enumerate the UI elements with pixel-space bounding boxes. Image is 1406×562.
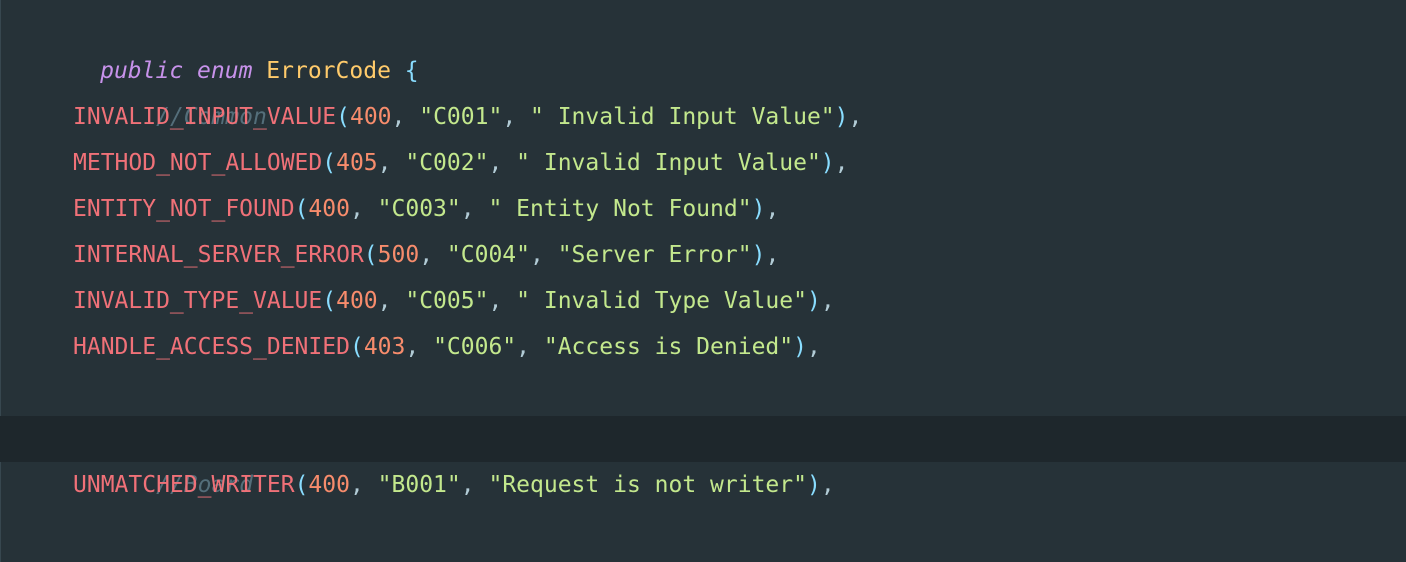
message-string: "Server Error" bbox=[557, 242, 752, 268]
code-line-empty[interactable] bbox=[0, 370, 1406, 416]
code-string: "C006" bbox=[433, 334, 517, 360]
message-string: "Request is not writer" bbox=[488, 472, 807, 498]
message-string: " Invalid Input Value" bbox=[530, 104, 835, 130]
status-number: 400 bbox=[308, 472, 350, 498]
code-line-comment-board[interactable]: //Board bbox=[0, 416, 1406, 498]
code-string: "C004" bbox=[446, 242, 530, 268]
code-line-entry[interactable]: METHOD_NOT_ALLOWED(405, "C002", " Invali… bbox=[0, 140, 1406, 186]
status-number: 405 bbox=[336, 150, 378, 176]
message-string: " Invalid Type Value" bbox=[516, 288, 807, 314]
code-line-declaration[interactable]: public enum ErrorCode { bbox=[0, 2, 1406, 84]
status-number: 400 bbox=[349, 104, 392, 130]
enum-constant: UNMATCHED_WRITER bbox=[73, 472, 295, 498]
code-line-entry[interactable]: INVALID_TYPE_VALUE(400, "C005", " Invali… bbox=[0, 278, 1406, 324]
code-editor[interactable]: public enum ErrorCode { //Common INVALID… bbox=[0, 0, 1406, 562]
code-line-entry[interactable]: UNMATCHED_WRITER(400, "B001", "Request i… bbox=[0, 462, 1406, 508]
message-string: " Entity Not Found" bbox=[488, 196, 752, 222]
message-string: " Invalid Input Value" bbox=[516, 150, 821, 176]
code-string: "C001" bbox=[419, 104, 503, 130]
code-string: "C002" bbox=[405, 150, 489, 176]
status-number: 400 bbox=[308, 196, 350, 222]
status-number: 400 bbox=[336, 288, 378, 314]
enum-constant: INVALID_TYPE_VALUE bbox=[73, 288, 323, 314]
code-line-entry[interactable]: ENTITY_NOT_FOUND(400, "C003", " Entity N… bbox=[0, 186, 1406, 232]
code-string: "C003" bbox=[377, 196, 461, 222]
message-string: "Access is Denied" bbox=[543, 334, 794, 360]
enum-constant: INTERNAL_SERVER_ERROR bbox=[73, 242, 364, 268]
code-string: "B001" bbox=[377, 472, 461, 498]
status-number: 403 bbox=[363, 334, 406, 360]
enum-constant: ENTITY_NOT_FOUND bbox=[73, 196, 295, 222]
status-number: 500 bbox=[377, 242, 420, 268]
code-line-entry[interactable]: INVALID_INPUT_VALUE(400, "C001", " Inval… bbox=[0, 94, 1406, 140]
enum-constant: HANDLE_ACCESS_DENIED bbox=[73, 334, 350, 360]
enum-constant: METHOD_NOT_ALLOWED bbox=[73, 150, 323, 176]
code-string: "C005" bbox=[405, 288, 489, 314]
enum-constant: INVALID_INPUT_VALUE bbox=[73, 104, 337, 130]
code-line-entry[interactable]: HANDLE_ACCESS_DENIED(403, "C006", "Acces… bbox=[0, 324, 1406, 370]
code-line-comment-common[interactable]: //Common bbox=[0, 48, 1406, 130]
code-line-entry[interactable]: INTERNAL_SERVER_ERROR(500, "C004", "Serv… bbox=[0, 232, 1406, 278]
